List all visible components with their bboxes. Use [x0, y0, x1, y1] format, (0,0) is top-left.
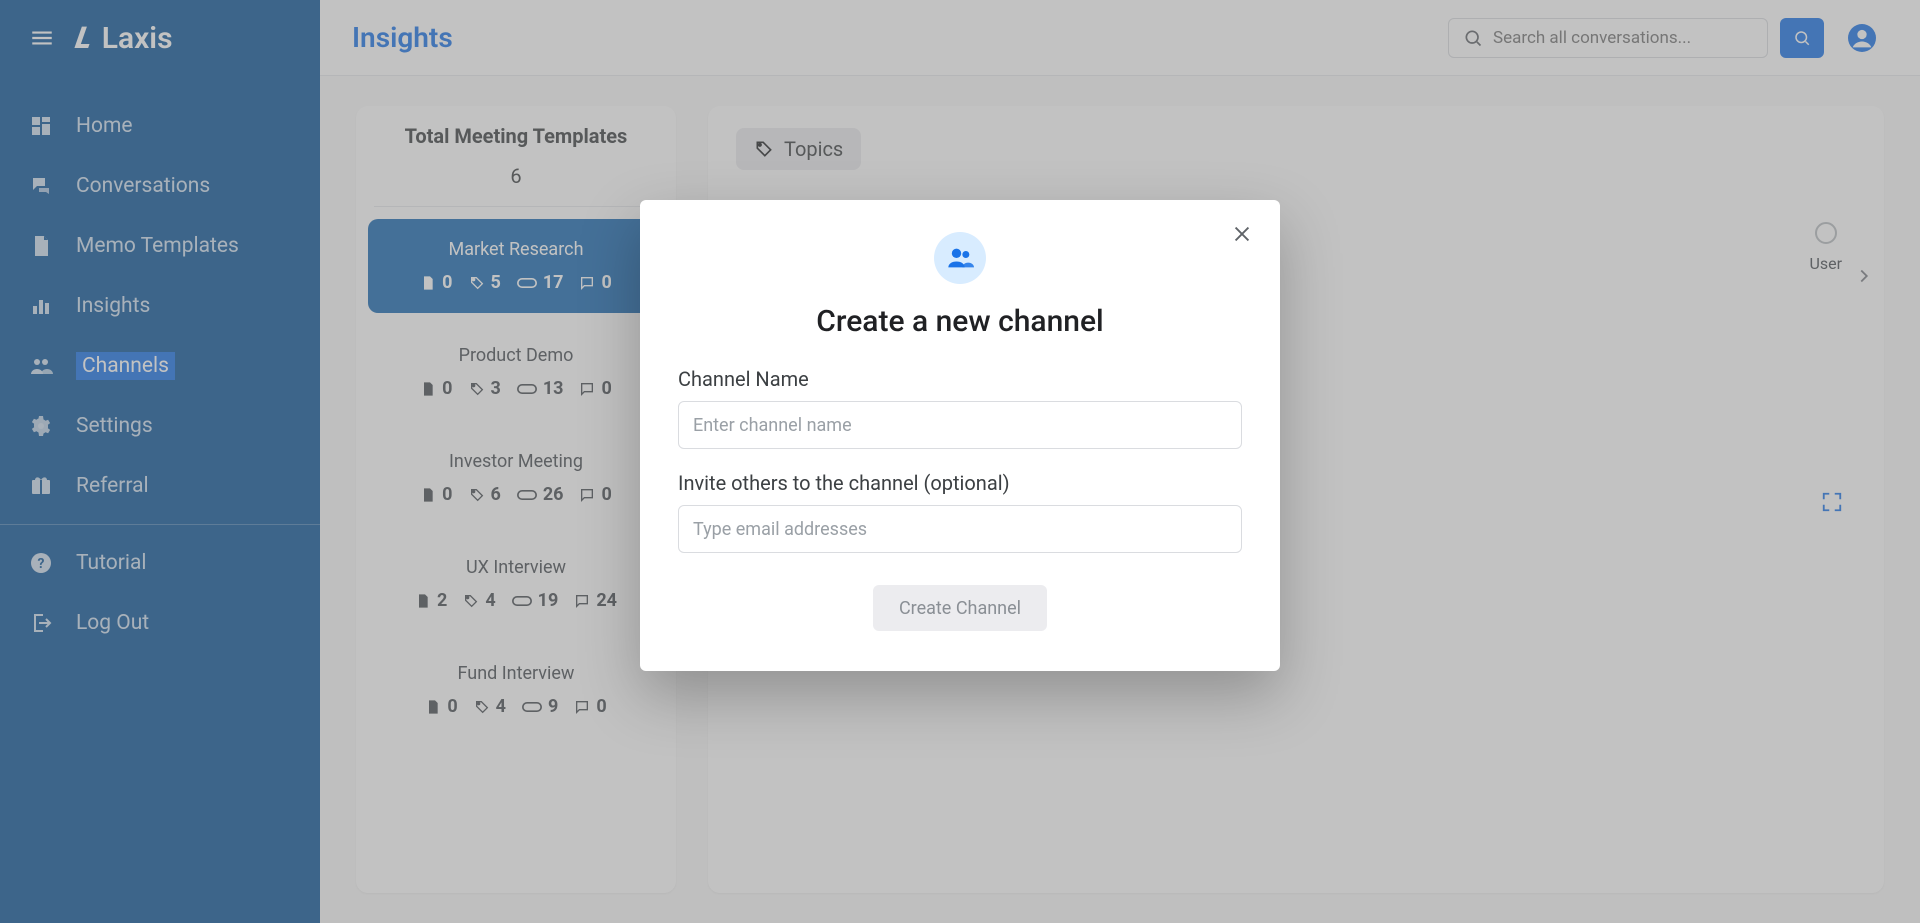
modal-close-button[interactable]: [1226, 218, 1258, 250]
modal-title: Create a new channel: [678, 304, 1242, 339]
channel-name-label: Channel Name: [678, 367, 1242, 391]
modal-overlay[interactable]: Create a new channel Channel Name Invite…: [0, 0, 1920, 923]
invite-input[interactable]: [678, 505, 1242, 553]
modal-hero-icon: [934, 232, 986, 284]
channel-name-input[interactable]: [678, 401, 1242, 449]
create-channel-modal: Create a new channel Channel Name Invite…: [640, 200, 1280, 671]
create-channel-button[interactable]: Create Channel: [873, 585, 1047, 631]
close-icon: [1231, 223, 1253, 245]
group-icon: [946, 244, 974, 272]
invite-label: Invite others to the channel (optional): [678, 471, 1242, 495]
